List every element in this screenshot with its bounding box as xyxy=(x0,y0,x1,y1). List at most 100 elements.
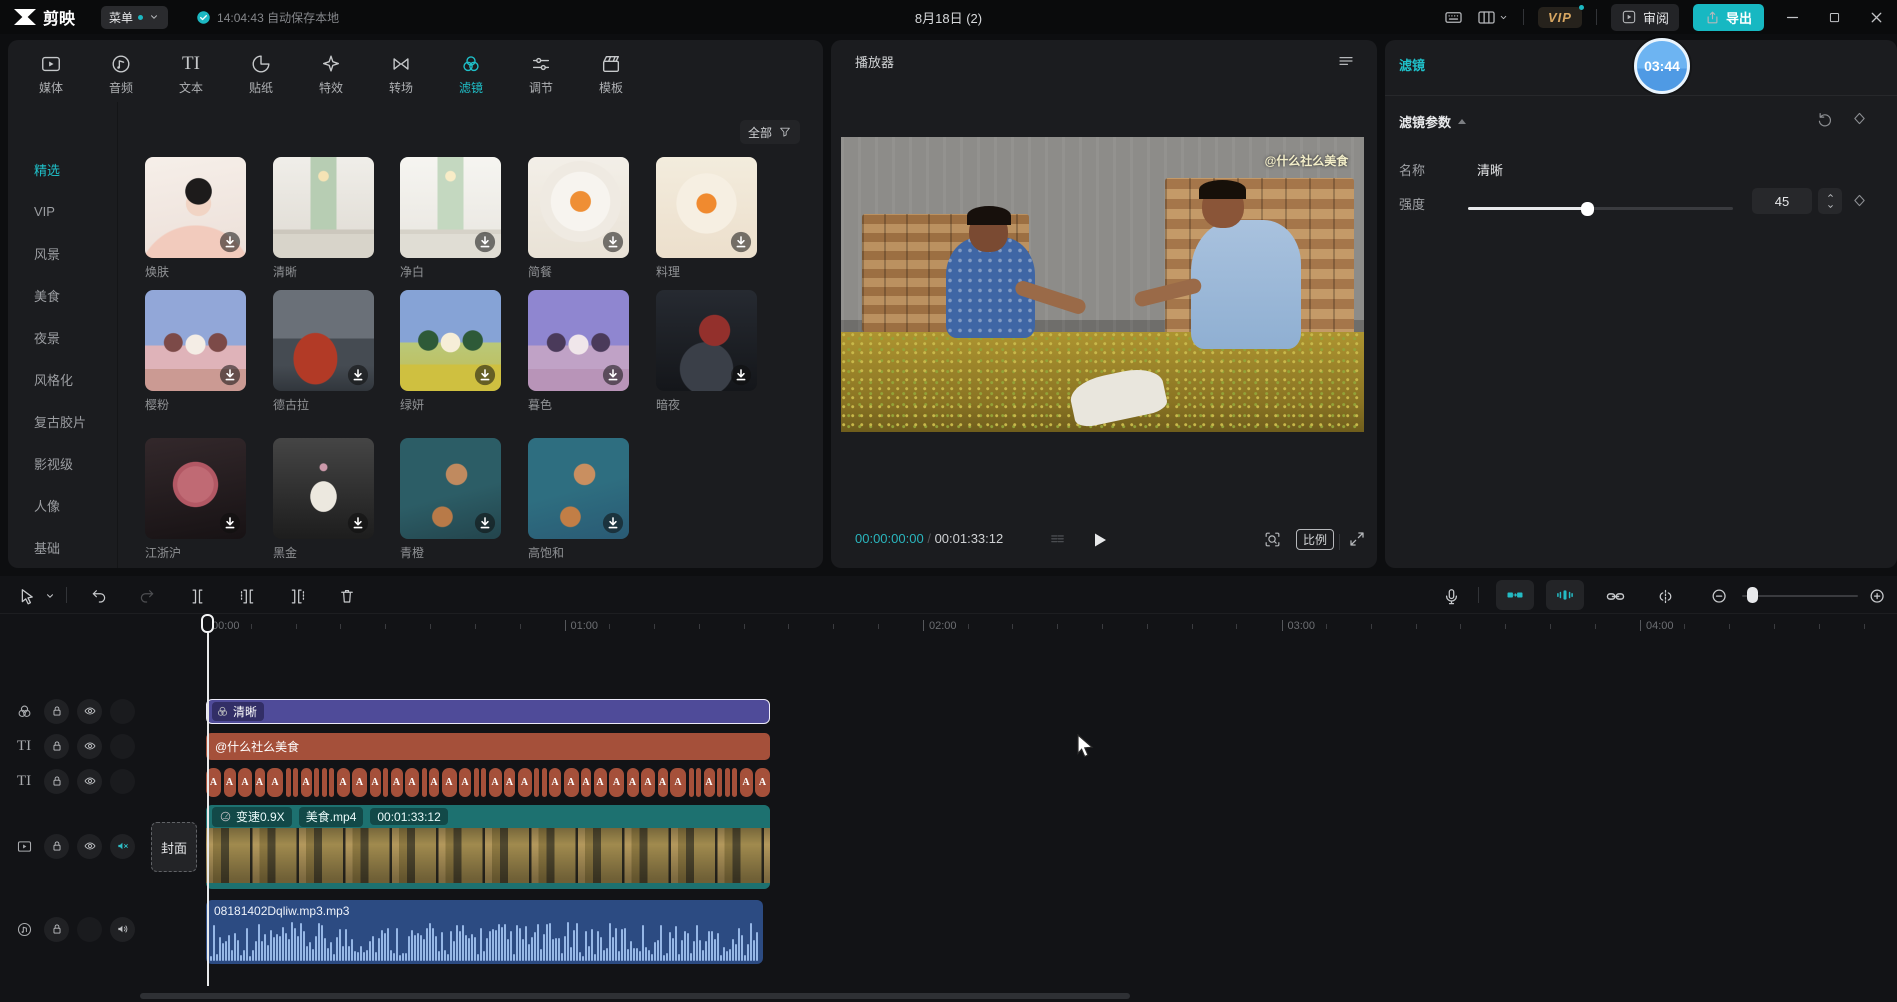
subtitle-segment[interactable] xyxy=(542,768,547,797)
subtitle-segment[interactable]: A xyxy=(641,768,655,797)
playhead-handle[interactable] xyxy=(201,614,214,633)
keyframe-diamond-icon[interactable] xyxy=(1851,110,1868,127)
subtitle-segment[interactable]: A xyxy=(459,768,471,797)
stepper-down-icon[interactable] xyxy=(1825,201,1836,212)
tab-text[interactable]: TI文本 xyxy=(156,46,226,102)
toggle-visibility-button[interactable] xyxy=(77,734,102,759)
filter-card-青橙[interactable]: 青橙 xyxy=(400,438,501,561)
horizontal-scrollbar[interactable] xyxy=(140,993,1130,999)
strength-slider[interactable] xyxy=(1468,207,1733,210)
tab-filter[interactable]: 滤镜 xyxy=(436,46,506,102)
category-基础[interactable]: 基础 xyxy=(8,526,117,568)
subtitle-segment[interactable]: A xyxy=(518,768,532,797)
strength-value-input[interactable]: 45 xyxy=(1752,188,1812,214)
subtitle-segment[interactable]: A xyxy=(352,768,367,797)
filter-thumbnail[interactable] xyxy=(145,290,246,391)
timeline-zoom-handle[interactable] xyxy=(1747,587,1758,603)
download-icon[interactable] xyxy=(730,231,752,253)
subtitle-segment[interactable] xyxy=(293,768,298,797)
download-icon[interactable] xyxy=(474,512,496,534)
subtitle-segment[interactable] xyxy=(732,768,737,797)
filter-card-高饱和[interactable]: 高饱和 xyxy=(528,438,629,561)
mute-track-button[interactable] xyxy=(110,834,135,859)
export-button[interactable]: 导出 xyxy=(1693,4,1764,31)
subtitle-segment[interactable] xyxy=(689,768,694,797)
shortcut-keyboard-icon[interactable] xyxy=(1444,8,1463,27)
filter-card-黑金[interactable]: 黑金 xyxy=(273,438,374,561)
tab-sticker[interactable]: 贴纸 xyxy=(226,46,296,102)
subtitle-segment[interactable]: A xyxy=(627,768,639,797)
preview-axis-toggle[interactable] xyxy=(1546,580,1584,610)
delete-button[interactable] xyxy=(334,583,360,609)
filter-thumbnail[interactable] xyxy=(273,290,374,391)
filter-thumbnail[interactable] xyxy=(273,157,374,258)
subtitle-segment[interactable] xyxy=(696,768,701,797)
cover-button[interactable]: 封面 xyxy=(151,822,197,872)
zoom-in-button[interactable] xyxy=(1864,583,1890,609)
select-tool-button[interactable] xyxy=(14,583,40,609)
subtitle-segment[interactable]: A xyxy=(740,768,753,797)
subtitle-segment[interactable] xyxy=(725,768,730,797)
filter-card-料理[interactable]: 料理 xyxy=(656,157,757,280)
download-icon[interactable] xyxy=(474,364,496,386)
filter-thumbnail[interactable] xyxy=(400,438,501,539)
select-tool-chevron-icon[interactable] xyxy=(42,583,58,609)
subtitle-segment[interactable]: A xyxy=(267,768,283,797)
subtitle-segment[interactable]: A xyxy=(370,768,381,797)
subtitle-segment[interactable] xyxy=(314,768,319,797)
split-at-playhead-button[interactable] xyxy=(1652,583,1678,609)
subtitle-segment[interactable]: A xyxy=(670,768,686,797)
window-close-button[interactable] xyxy=(1862,9,1891,26)
subtitle-track[interactable]: AAAAAAAAAAAAAAAAAAAAAAAAAAAAA xyxy=(206,768,772,797)
zoom-out-button[interactable] xyxy=(1706,583,1732,609)
filter-card-简餐[interactable]: 简餐 xyxy=(528,157,629,280)
download-icon[interactable] xyxy=(602,364,624,386)
subtitle-segment[interactable]: A xyxy=(564,768,579,797)
play-button[interactable] xyxy=(1085,526,1113,554)
subtitle-segment[interactable]: A xyxy=(405,768,419,797)
frame-list-icon[interactable] xyxy=(1049,531,1066,548)
timeline-zoom-slider[interactable] xyxy=(1742,595,1858,597)
subtitle-segment[interactable]: A xyxy=(238,768,252,797)
category-人像[interactable]: 人像 xyxy=(8,484,117,526)
auto-ripple-toggle[interactable] xyxy=(1496,580,1534,610)
toggle-visibility-button[interactable] xyxy=(77,769,102,794)
lock-track-button[interactable] xyxy=(44,917,69,942)
menu-button[interactable]: 菜单 xyxy=(101,6,168,29)
category-夜景[interactable]: 夜景 xyxy=(8,316,117,358)
filter-card-绿妍[interactable]: 绿妍 xyxy=(400,290,501,413)
category-精选[interactable]: 精选 xyxy=(8,148,117,190)
filter-card-德古拉[interactable]: 德古拉 xyxy=(273,290,374,413)
subtitle-segment[interactable]: A xyxy=(755,768,770,797)
record-voiceover-button[interactable] xyxy=(1438,583,1464,609)
filter-thumbnail[interactable] xyxy=(145,438,246,539)
subtitle-segment[interactable]: A xyxy=(224,768,236,797)
filter-card-清晰[interactable]: 清晰 xyxy=(273,157,374,280)
filter-card-暮色[interactable]: 暮色 xyxy=(528,290,629,413)
subtitle-segment[interactable]: A xyxy=(504,768,515,797)
filter-card-江浙沪[interactable]: 江浙沪 xyxy=(145,438,246,561)
category-风格化[interactable]: 风格化 xyxy=(8,358,117,400)
video-preview[interactable]: @什么社么美食 xyxy=(841,137,1364,432)
track-volume-button[interactable] xyxy=(110,917,135,942)
countdown-timer-badge[interactable]: 03:44 xyxy=(1634,38,1690,94)
split-button[interactable] xyxy=(184,583,210,609)
subtitle-segment[interactable] xyxy=(481,768,486,797)
subtitle-segment[interactable] xyxy=(329,768,334,797)
window-maximize-button[interactable] xyxy=(1821,10,1848,25)
subtitle-segment[interactable] xyxy=(286,768,291,797)
layout-switch-icon[interactable] xyxy=(1477,8,1509,27)
preview-zoom-icon[interactable] xyxy=(1263,530,1282,549)
download-icon[interactable] xyxy=(219,364,241,386)
lock-track-button[interactable] xyxy=(44,734,69,759)
delete-left-button[interactable] xyxy=(234,583,260,609)
subtitle-segment[interactable]: A xyxy=(609,768,624,797)
subtitle-segment[interactable] xyxy=(717,768,722,797)
subtitle-segment[interactable]: A xyxy=(594,768,607,797)
subtitle-segment[interactable] xyxy=(422,768,427,797)
category-复古胶片[interactable]: 复古胶片 xyxy=(8,400,117,442)
filter-card-净白[interactable]: 净白 xyxy=(400,157,501,280)
link-clips-button[interactable] xyxy=(1602,583,1628,609)
fullscreen-icon[interactable] xyxy=(1348,530,1366,548)
subtitle-segment[interactable]: A xyxy=(337,768,350,797)
